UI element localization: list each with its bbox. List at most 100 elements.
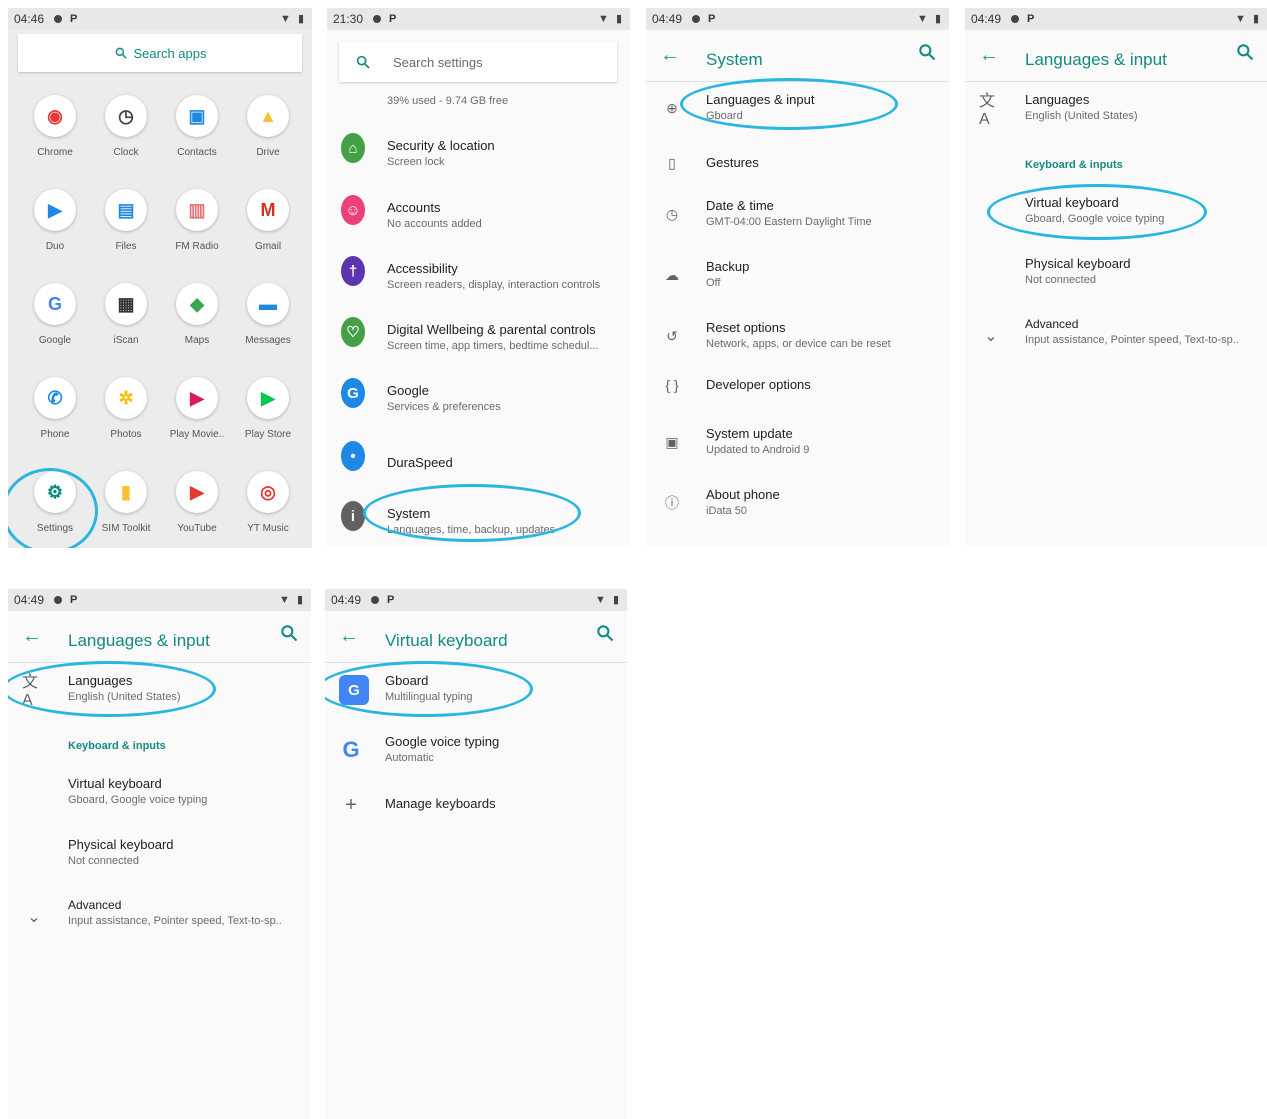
physical-keyboard-subtitle: Not connected	[1025, 274, 1096, 286]
messages-icon: ▬	[247, 283, 289, 325]
app-iscan[interactable]: ▦ iScan	[91, 283, 161, 346]
clock-icon: ◷	[105, 95, 147, 137]
app-duo[interactable]: ▶ Duo	[20, 189, 90, 252]
back-arrow-icon[interactable]: ←	[660, 44, 680, 67]
app-contacts[interactable]: ▣ Contacts	[162, 95, 232, 158]
app-sim-toolkit[interactable]: ▮ SIM Toolkit	[91, 471, 161, 534]
radio-icon: ▥	[176, 189, 218, 231]
app-label: Google	[38, 335, 72, 346]
status-time: 04:49	[971, 12, 1002, 26]
back-arrow-icon[interactable]: ←	[339, 625, 359, 648]
physical-keyboard-row[interactable]: Physical keyboard Not connected	[8, 836, 311, 876]
settings-item-accounts[interactable]: ☺ Accounts No accounts added	[327, 192, 630, 236]
system-item-subtitle: iData 50	[706, 505, 747, 517]
settings-item-subtitle: Services & preferences	[387, 401, 501, 413]
settings-item-subtitle: No accounts added	[387, 218, 482, 230]
search-settings-label: Search settings	[393, 54, 483, 70]
system-item-date-time[interactable]: ◷ Date & time GMT-04:00 Eastern Daylight T…	[646, 196, 949, 236]
app-files[interactable]: ▤ Files	[91, 189, 161, 252]
physical-keyboard-row[interactable]: Physical keyboard Not connected	[965, 255, 1267, 295]
system-item-gestures[interactable]: ▯ Gestures	[646, 151, 949, 191]
app-yt-music[interactable]: ◎ YT Music	[233, 471, 303, 534]
page-title: Languages & input	[68, 631, 210, 650]
status-bar: 04:49 P ▼ ▮	[8, 589, 311, 611]
system-item-reset-options[interactable]: ↺ Reset options Network, apps, or device c…	[646, 318, 949, 358]
app-drive[interactable]: ▲ Drive	[233, 95, 303, 158]
app-chrome[interactable]: ◉ Chrome	[20, 95, 90, 158]
page-title: System	[706, 50, 763, 69]
settings-item-duraspeed[interactable]: • DuraSpeed	[327, 438, 630, 482]
app-clock[interactable]: ◷ Clock	[91, 95, 161, 158]
drive-icon: ▲	[247, 95, 289, 137]
app-label: FM Radio	[175, 241, 219, 252]
toolbar: ← System	[646, 30, 949, 82]
search-icon[interactable]	[595, 623, 615, 643]
app-gmail[interactable]: M Gmail	[233, 189, 303, 252]
developer-icon: { }	[665, 377, 679, 393]
back-arrow-icon[interactable]: ←	[22, 625, 42, 648]
system-item-system-update[interactable]: ▣ System update Updated to Android 9	[646, 424, 949, 464]
physical-keyboard-title: Physical keyboard	[68, 837, 174, 852]
google-voice-typing-subtitle: Automatic	[385, 752, 434, 764]
app-label: Gmail	[254, 241, 282, 252]
settings-item-accessibility[interactable]: † Accessibility Screen readers, display, i…	[327, 253, 630, 297]
app-fm-radio[interactable]: ▥ FM Radio	[162, 189, 232, 252]
search-icon[interactable]	[1235, 42, 1255, 62]
google-voice-typing-row[interactable]: G Google voice typing Automatic	[325, 732, 627, 776]
storage-row[interactable]: 39% used - 9.74 GB free	[327, 92, 630, 114]
app-label: YT Music	[247, 523, 289, 534]
app-play-store[interactable]: ▶ Play Store	[233, 377, 303, 440]
google-icon: G	[34, 283, 76, 325]
chevron-down-icon: ⌄	[27, 909, 41, 926]
app-messages[interactable]: ▬ Messages	[233, 283, 303, 346]
app-label: Duo	[45, 241, 65, 252]
system-item-subtitle: GMT-04:00 Eastern Daylight Time	[706, 216, 872, 228]
system-item-backup[interactable]: ☁ Backup Off	[646, 257, 949, 297]
languages-row[interactable]: 文A Languages English (United States)	[965, 90, 1267, 134]
advanced-subtitle: Input assistance, Pointer speed, Text-to…	[68, 915, 282, 927]
settings-item-security-location[interactable]: ⌂ Security & location Screen lock	[327, 130, 630, 174]
youtube-icon: ▶	[176, 471, 218, 513]
search-apps-bar[interactable]: Search apps	[18, 34, 302, 72]
settings-item-google[interactable]: G Google Services & preferences	[327, 375, 630, 419]
virtual-keyboard-screen: 04:49 P ▼ ▮ ← Virtual keyboard G Gboard …	[325, 589, 627, 1119]
highlight-oval	[325, 661, 533, 717]
toolbar: ← Languages & input	[965, 30, 1267, 82]
search-icon[interactable]	[279, 623, 299, 643]
app-label: Chrome	[37, 147, 73, 158]
search-settings-bar[interactable]: Search settings	[339, 42, 617, 82]
system-item-title: Developer options	[706, 377, 811, 392]
advanced-row[interactable]: ⌄ Advanced Input assistance, Pointer spe…	[8, 897, 311, 937]
settings-item-subtitle: Screen readers, display, interaction con…	[387, 279, 601, 291]
virtual-keyboard-row[interactable]: Virtual keyboard Gboard, Google voice ty…	[8, 775, 311, 815]
languages-title: Languages	[1025, 92, 1090, 107]
play-store-icon: ▶	[247, 377, 289, 419]
page-title: Languages & input	[1025, 50, 1167, 69]
status-time: 04:49	[331, 593, 362, 607]
status-bar: 04:46 P ▼ ▮	[8, 8, 312, 30]
system-item-about-phone[interactable]: ⓘ About phone iData 50	[646, 485, 949, 525]
contacts-icon: ▣	[176, 95, 218, 137]
app-label: iScan	[113, 335, 139, 346]
status-time: 04:49	[14, 593, 45, 607]
advanced-row[interactable]: ⌄ Advanced Input assistance, Pointer spe…	[965, 316, 1267, 356]
app-youtube[interactable]: ▶ YouTube	[162, 471, 232, 534]
highlight-oval	[987, 184, 1207, 240]
app-maps[interactable]: ◆ Maps	[162, 283, 232, 346]
settings-item-digital-wellbeing-parental-controls[interactable]: ♡ Digital Wellbeing & parental controls Sc…	[327, 314, 630, 358]
settings-item-subtitle: Screen time, app timers, bedtime schedul…	[387, 340, 599, 352]
digital-icon: ♡	[341, 317, 365, 347]
app-google[interactable]: G Google	[20, 283, 90, 346]
search-icon[interactable]	[917, 42, 937, 62]
manage-keyboards-row[interactable]: + Manage keyboards	[325, 793, 627, 823]
app-label: SIM Toolkit	[101, 523, 151, 534]
app-photos[interactable]: ✲ Photos	[91, 377, 161, 440]
back-arrow-icon[interactable]: ←	[979, 44, 999, 67]
google-icon: G	[342, 737, 360, 762]
app-phone[interactable]: ✆ Phone	[20, 377, 90, 440]
virtual-keyboard-title: Virtual keyboard	[68, 776, 162, 791]
system-item-developer-options[interactable]: { } Developer options	[646, 373, 949, 413]
system-update-icon: ▣	[665, 433, 679, 450]
physical-keyboard-subtitle: Not connected	[68, 855, 139, 867]
app-play-movie[interactable]: ▶ Play Movie..	[162, 377, 232, 440]
